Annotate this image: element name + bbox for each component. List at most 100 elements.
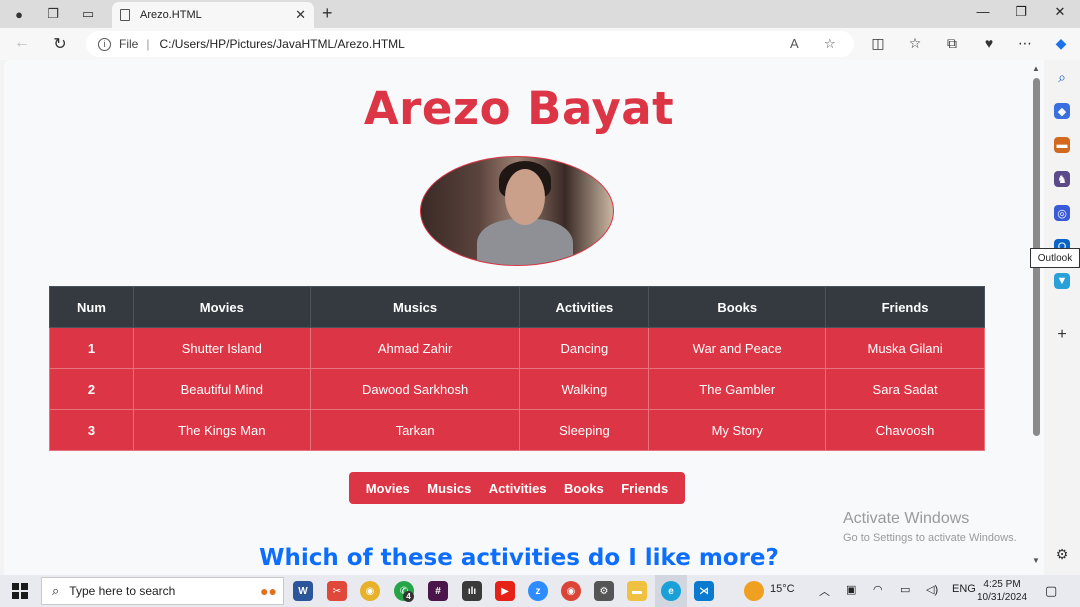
- tab-actions-icon[interactable]: ▭: [79, 5, 97, 23]
- browser-essentials-icon[interactable]: ♥: [979, 35, 999, 51]
- battery-icon[interactable]: ▭: [900, 583, 910, 596]
- watermark-title: Activate Windows: [843, 510, 970, 527]
- profile-photo: [420, 156, 614, 266]
- drop-icon[interactable]: ▼: [1054, 273, 1070, 289]
- collections-icon[interactable]: ⧉: [942, 35, 962, 52]
- workspaces-icon[interactable]: ❐: [44, 5, 62, 23]
- taskbar-search-placeholder: Type here to search: [69, 584, 176, 598]
- new-tab-button[interactable]: +: [322, 3, 333, 24]
- header-movies: Movies: [132, 286, 311, 328]
- minimize-icon[interactable]: —: [973, 4, 993, 19]
- microsoft-365-icon[interactable]: ◎: [1054, 205, 1070, 221]
- address-url[interactable]: C:/Users/HP/Pictures/JavaHTML/Arezo.HTML: [159, 37, 404, 51]
- nav-link-friends[interactable]: Friends: [621, 481, 668, 496]
- whatsapp-badge: 4: [403, 591, 414, 602]
- header-books: Books: [648, 286, 827, 328]
- outlook-tooltip: Outlook: [1030, 248, 1080, 268]
- page-viewport: Arezo Bayat Num Movies Musics Activities…: [4, 60, 1044, 575]
- read-aloud-icon[interactable]: A: [790, 36, 799, 51]
- back-icon[interactable]: ←: [12, 34, 32, 52]
- chrome-icon[interactable]: ◉: [360, 581, 380, 601]
- clock[interactable]: 4:25 PM 10/31/2024: [977, 578, 1027, 604]
- nav-link-movies[interactable]: Movies: [366, 481, 410, 496]
- show-hidden-icons-icon[interactable]: ︿: [819, 583, 830, 599]
- table-row: 3 The Kings Man Tarkan Sleeping My Story…: [49, 409, 985, 451]
- add-sidebar-app-icon[interactable]: +: [1054, 326, 1070, 343]
- chrome-profile-icon[interactable]: ◉: [561, 581, 581, 601]
- edge-sidebar: ⌕ ◆ ▬ ♞ ◎ O ▼ + ⚙: [1044, 60, 1080, 575]
- address-scheme: File: [119, 37, 139, 51]
- header-musics: Musics: [309, 286, 521, 328]
- split-screen-icon[interactable]: ◫: [868, 35, 888, 52]
- table-cell: War and Peace: [648, 327, 827, 369]
- nav-link-musics[interactable]: Musics: [427, 481, 471, 496]
- edge-icon[interactable]: e: [661, 581, 681, 601]
- favorite-star-icon[interactable]: ☆: [824, 36, 836, 52]
- weather-icon[interactable]: [744, 581, 764, 601]
- table-cell: Walking: [519, 368, 650, 410]
- tools-icon[interactable]: ▬: [1054, 137, 1070, 153]
- tab-arezo[interactable]: Arezo.HTML ✕: [112, 2, 314, 28]
- page-title: Arezo Bayat: [363, 82, 675, 135]
- youtube-icon[interactable]: ▶: [495, 581, 515, 601]
- settings-icon[interactable]: ⚙: [594, 581, 614, 601]
- restore-icon[interactable]: ❐: [1011, 4, 1031, 20]
- taskbar-search[interactable]: ⌕ Type here to search ●●: [41, 577, 284, 605]
- halloween-pumpkin-icon: ●●: [260, 583, 277, 599]
- stocks-icon[interactable]: ılı: [462, 581, 482, 601]
- table-cell: Beautiful Mind: [132, 368, 311, 410]
- volume-icon[interactable]: ◁): [926, 583, 938, 596]
- activate-windows-watermark: Activate Windows Go to Settings to activ…: [843, 510, 1017, 544]
- table-cell: Sara Sadat: [825, 368, 985, 410]
- table-cell: The Kings Man: [132, 409, 311, 451]
- snipping-tool-icon[interactable]: ✂: [327, 581, 347, 601]
- wifi-icon[interactable]: ◠: [873, 583, 883, 596]
- section-nav: Movies Musics Activities Books Friends: [349, 472, 685, 504]
- table-cell: Dancing: [519, 327, 650, 369]
- search-icon[interactable]: ⌕: [1054, 69, 1070, 85]
- table-cell: My Story: [648, 409, 827, 451]
- tab-title: Arezo.HTML: [140, 9, 202, 21]
- close-tab-icon[interactable]: ✕: [295, 7, 306, 23]
- page-scrollbar[interactable]: ▲ ▼: [1030, 60, 1044, 575]
- vscode-icon[interactable]: ⋊: [694, 581, 714, 601]
- watermark-subtitle: Go to Settings to activate Windows.: [843, 532, 1017, 544]
- table-cell: Shutter Island: [132, 327, 311, 369]
- activities-question: Which of these activities do I like more…: [259, 545, 779, 571]
- nav-link-books[interactable]: Books: [564, 481, 604, 496]
- table-cell: 3: [49, 409, 134, 451]
- sidebar-settings-icon[interactable]: ⚙: [1054, 546, 1070, 562]
- scroll-down-icon[interactable]: ▼: [1032, 556, 1040, 565]
- table-cell: Sleeping: [519, 409, 650, 451]
- windows-start-icon[interactable]: [12, 583, 28, 599]
- address-bar[interactable]: i File | C:/Users/HP/Pictures/JavaHTML/A…: [86, 31, 854, 57]
- notifications-icon[interactable]: ▢: [1045, 583, 1057, 599]
- file-explorer-icon[interactable]: ▬: [627, 581, 647, 601]
- nav-link-activities[interactable]: Activities: [489, 481, 547, 496]
- table-row: 1 Shutter Island Ahmad Zahir Dancing War…: [49, 327, 985, 369]
- zoom-icon[interactable]: z: [528, 581, 548, 601]
- shopping-icon[interactable]: ◆: [1054, 103, 1070, 119]
- table-cell: Tarkan: [309, 409, 521, 451]
- security-icon[interactable]: ▣: [846, 583, 856, 596]
- clock-date: 10/31/2024: [977, 592, 1028, 603]
- copilot-icon[interactable]: ◆: [1051, 35, 1071, 52]
- word-icon[interactable]: W: [293, 581, 313, 601]
- games-icon[interactable]: ♞: [1054, 171, 1070, 187]
- header-friends: Friends: [825, 286, 985, 328]
- favorites-icon[interactable]: ☆: [905, 35, 925, 52]
- more-options-icon[interactable]: ⋯: [1015, 35, 1035, 52]
- scroll-up-icon[interactable]: ▲: [1032, 64, 1040, 73]
- favorites-table: Num Movies Musics Activities Books Frien…: [49, 286, 985, 451]
- temperature[interactable]: 15°C: [770, 583, 795, 595]
- close-window-icon[interactable]: ✕: [1050, 4, 1070, 20]
- profile-icon[interactable]: ●: [10, 5, 28, 23]
- address-separator: |: [146, 37, 150, 51]
- refresh-icon[interactable]: ↻: [50, 34, 70, 54]
- search-icon: ⌕: [52, 583, 60, 598]
- table-cell: Muska Gilani: [825, 327, 985, 369]
- info-icon[interactable]: i: [98, 37, 111, 51]
- language-indicator[interactable]: ENG: [952, 583, 976, 595]
- document-icon: [120, 9, 130, 21]
- slack-icon[interactable]: #: [428, 581, 448, 601]
